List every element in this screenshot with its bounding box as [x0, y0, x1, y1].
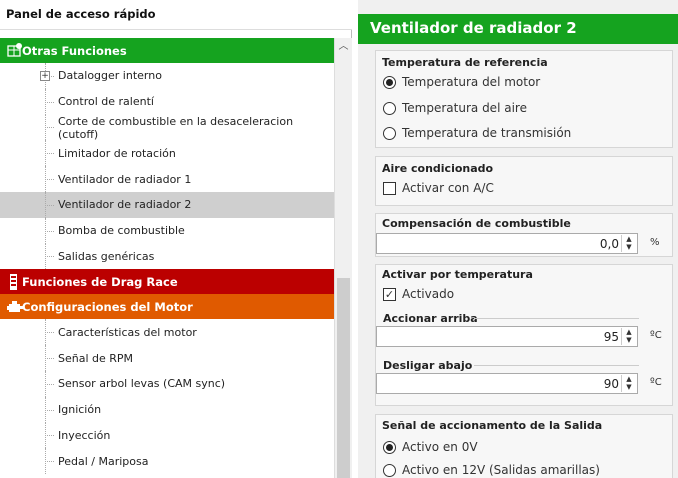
tree-item-limitador[interactable]: Limitador de rotación [0, 140, 335, 166]
accionar-arriba-input[interactable]: 95 ▲ ▼ [376, 326, 638, 347]
group-title: Compensación de combustible [382, 217, 571, 230]
group-temp-reference: Temperatura de referencia Temperatura de… [375, 50, 673, 148]
divider [474, 365, 639, 366]
spinner-icon[interactable]: ▲ ▼ [621, 328, 636, 345]
radio-temp-motor[interactable]: Temperatura del motor [383, 75, 540, 89]
group-title: Aire condicionado [382, 162, 494, 175]
tree-scrollbar[interactable]: ︿ [334, 38, 352, 478]
tree-item-ignicion[interactable]: Ignición [0, 396, 335, 423]
tree-item-salidas[interactable]: Salidas genéricas [0, 243, 335, 270]
category-configuraciones-motor[interactable]: Configuraciones del Motor [0, 294, 335, 320]
checkbox-checked-icon[interactable]: ✓ [383, 287, 396, 301]
group-title: Activar por temperatura [382, 268, 533, 281]
settings-title: Ventilador de radiador 2 [358, 14, 678, 44]
tree-item-senal-rpm[interactable]: Señal de RPM [0, 345, 335, 371]
group-title: Temperatura de referencia [382, 56, 548, 69]
group-output-signal: Señal de accionamento de la Salida Activ… [375, 414, 673, 478]
radio-selected-icon[interactable] [383, 75, 396, 89]
gear-grid-icon [7, 43, 22, 57]
category-label: Otras Funciones [22, 43, 127, 58]
tree-item-inyeccion[interactable]: Inyección [0, 422, 335, 449]
radio-icon[interactable] [383, 126, 396, 140]
accionar-arriba-value: 95 [603, 330, 619, 344]
tree-item-control-ralenti[interactable]: Control de ralentí [0, 88, 335, 115]
unit-label: % [650, 237, 660, 248]
desligar-abajo-label: Desligar abajo [383, 359, 473, 372]
tree-item-sensor-arbol[interactable]: Sensor arbol levas (CAM sync) [0, 370, 335, 397]
quick-access-panel: Panel de acceso rápido Otras Funciones +… [0, 0, 352, 478]
tree-item-datalogger[interactable]: + Datalogger interno [0, 63, 335, 89]
tree-item-ventilador-1[interactable]: Ventilador de radiador 1 [0, 166, 335, 192]
divider [474, 318, 639, 319]
radio-temp-aire[interactable]: Temperatura del aire [383, 101, 527, 115]
engine-icon [7, 301, 23, 313]
fuel-comp-input[interactable]: 0,0 ▲ ▼ [376, 233, 638, 254]
desligar-abajo-input[interactable]: 90 ▲ ▼ [376, 373, 638, 394]
tree-item-ventilador-2[interactable]: Ventilador de radiador 2 [0, 191, 335, 218]
expand-plus-icon[interactable]: + [40, 71, 50, 81]
desligar-abajo-value: 90 [603, 377, 619, 391]
scroll-up-icon[interactable]: ︿ [335, 38, 352, 55]
category-drag-race[interactable]: Funciones de Drag Race [0, 269, 335, 295]
radio-activo-12v[interactable]: Activo en 12V (Salidas amarillas) [383, 463, 600, 477]
accionar-arriba-label: Accionar arriba [383, 312, 478, 325]
radio-icon[interactable] [383, 101, 396, 115]
checkbox-activado[interactable]: ✓ Activado [383, 287, 454, 301]
category-label: Configuraciones del Motor [22, 299, 193, 314]
panel-title: Panel de acceso rápido [0, 0, 352, 30]
spinner-icon[interactable]: ▲ ▼ [621, 235, 636, 252]
drag-race-icon [10, 274, 17, 291]
checkbox-ac[interactable]: Activar con A/C [383, 181, 494, 195]
unit-label: ºC [650, 330, 662, 341]
tree-item-pedal[interactable]: Pedal / Mariposa [0, 448, 335, 474]
function-tree: Otras Funciones + Datalogger interno Con… [0, 38, 335, 478]
tree-item-corte-combustible[interactable]: Corte de combustible en la desaceleracio… [0, 115, 335, 141]
checkbox-icon[interactable] [383, 181, 396, 195]
radio-icon[interactable] [383, 463, 396, 477]
group-fuel-comp: Compensación de combustible 0,0 ▲ ▼ % [375, 213, 673, 257]
tree-item-caracteristicas[interactable]: Características del motor [0, 319, 335, 345]
category-label: Funciones de Drag Race [22, 274, 178, 289]
radio-selected-icon[interactable] [383, 440, 396, 454]
scroll-thumb[interactable] [337, 278, 350, 478]
group-title: Señal de accionamento de la Salida [382, 419, 603, 432]
fuel-comp-value: 0,0 [599, 237, 619, 251]
tree-item-bomba[interactable]: Bomba de combustible [0, 217, 335, 244]
category-otras-funciones[interactable]: Otras Funciones [0, 38, 335, 63]
spinner-icon[interactable]: ▲ ▼ [621, 375, 636, 392]
group-ac: Aire condicionado Activar con A/C [375, 156, 673, 206]
group-activate-temp: Activar por temperatura ✓ Activado Accio… [375, 264, 673, 406]
unit-label: ºC [650, 377, 662, 388]
radio-temp-transmision[interactable]: Temperatura de transmisión [383, 126, 571, 140]
radio-activo-0v[interactable]: Activo en 0V [383, 440, 478, 454]
settings-panel: Ventilador de radiador 2 Temperatura de … [358, 0, 678, 478]
